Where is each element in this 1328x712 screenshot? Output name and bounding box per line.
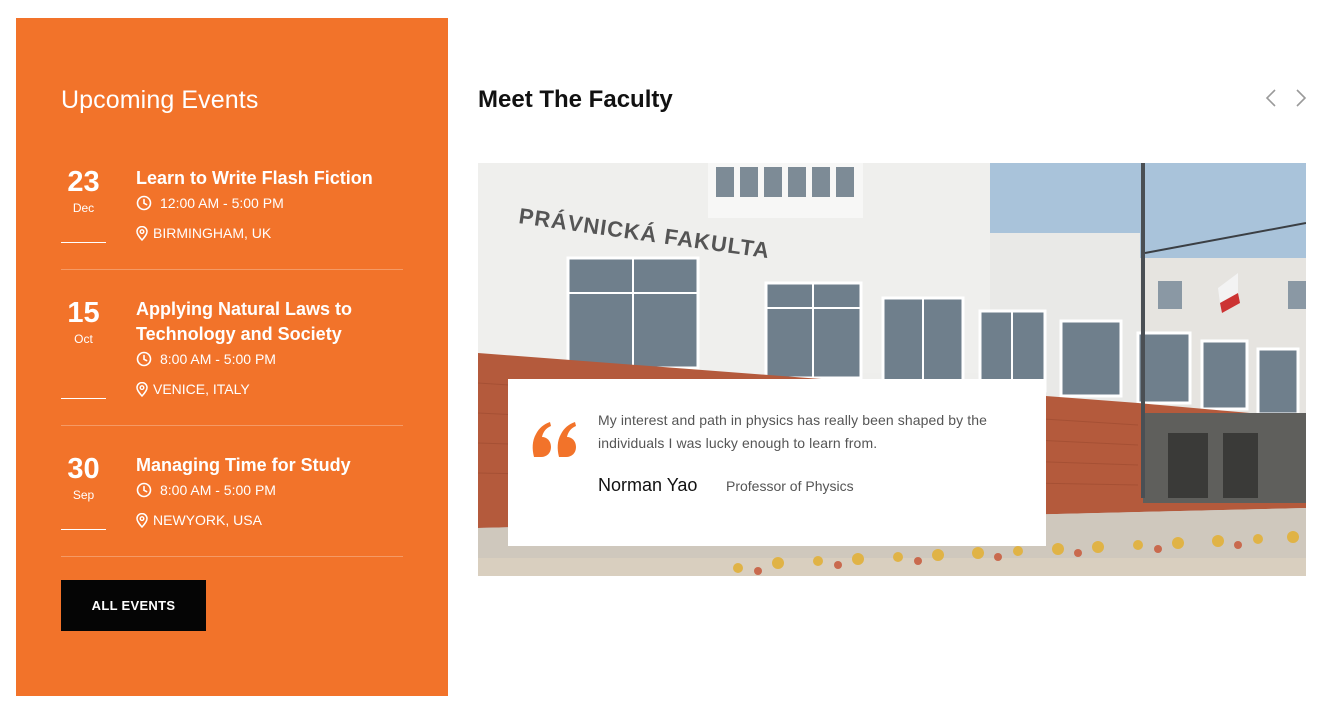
map-pin-icon bbox=[136, 381, 148, 397]
date-underline bbox=[61, 242, 106, 243]
event-item[interactable]: 23 Dec Learn to Write Flash Fiction 12:0… bbox=[61, 166, 403, 270]
event-location: BIRMINGHAM, UK bbox=[136, 223, 396, 243]
event-date: 23 Dec bbox=[61, 166, 106, 243]
event-info: Learn to Write Flash Fiction 12:00 AM - … bbox=[136, 166, 396, 243]
events-panel-title: Upcoming Events bbox=[61, 86, 259, 114]
clock-icon bbox=[136, 482, 152, 498]
all-events-button[interactable]: ALL EVENTS bbox=[61, 580, 206, 631]
date-underline bbox=[61, 529, 106, 530]
event-date: 15 Oct bbox=[61, 297, 106, 399]
event-title-link[interactable]: Managing Time for Study bbox=[136, 453, 396, 478]
event-info: Applying Natural Laws to Technology and … bbox=[136, 297, 396, 399]
event-item[interactable]: 15 Oct Applying Natural Laws to Technolo… bbox=[61, 297, 403, 426]
faculty-member-name: Norman Yao bbox=[598, 475, 698, 495]
clock-icon bbox=[136, 351, 152, 367]
faculty-quote-text: My interest and path in physics has real… bbox=[598, 412, 987, 451]
faculty-member-role: Professor of Physics bbox=[726, 478, 854, 494]
event-month: Sep bbox=[72, 488, 95, 502]
upcoming-events-panel: Upcoming Events 23 Dec Learn to Write Fl… bbox=[16, 18, 448, 696]
event-date: 30 Sep bbox=[61, 453, 106, 530]
map-pin-icon bbox=[136, 512, 148, 528]
event-title-link[interactable]: Learn to Write Flash Fiction bbox=[136, 166, 396, 191]
faculty-section-title: Meet The Faculty bbox=[478, 86, 673, 113]
event-month: Dec bbox=[72, 201, 95, 215]
event-time: 8:00 AM - 5:00 PM bbox=[136, 349, 396, 369]
faculty-quote-card: My interest and path in physics has real… bbox=[508, 379, 1046, 546]
event-time: 8:00 AM - 5:00 PM bbox=[136, 480, 396, 500]
event-info: Managing Time for Study 8:00 AM - 5:00 P… bbox=[136, 453, 396, 530]
quote-icon bbox=[532, 422, 576, 457]
event-time: 12:00 AM - 5:00 PM bbox=[136, 193, 396, 213]
event-location: VENICE, ITALY bbox=[136, 379, 396, 399]
event-divider bbox=[61, 269, 403, 270]
date-underline bbox=[61, 398, 106, 399]
event-location: NEWYORK, USA bbox=[136, 510, 396, 530]
event-divider bbox=[61, 556, 403, 557]
chevron-right-icon[interactable] bbox=[1293, 88, 1309, 108]
map-pin-icon bbox=[136, 225, 148, 241]
event-day: 15 bbox=[67, 297, 100, 329]
event-month: Oct bbox=[74, 332, 93, 346]
event-divider bbox=[61, 425, 403, 426]
chevron-left-icon[interactable] bbox=[1263, 88, 1279, 108]
event-day: 23 bbox=[67, 166, 100, 198]
event-title-link[interactable]: Applying Natural Laws to Technology and … bbox=[136, 297, 396, 347]
event-day: 30 bbox=[67, 453, 100, 485]
clock-icon bbox=[136, 195, 152, 211]
event-item[interactable]: 30 Sep Managing Time for Study 8:00 AM -… bbox=[61, 453, 403, 557]
